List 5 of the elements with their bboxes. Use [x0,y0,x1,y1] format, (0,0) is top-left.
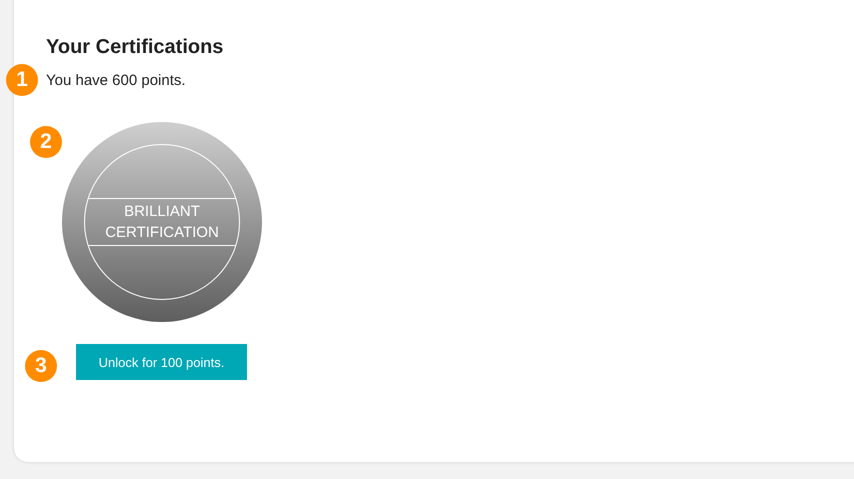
unlock-button[interactable]: Unlock for 100 points. [76,344,247,380]
step-marker: 1 [6,64,38,96]
badge-title: BRILLIANT CERTIFICATION [85,198,239,246]
section-heading: Your Certifications [46,36,224,59]
points-text: You have 600 points. [46,72,186,89]
